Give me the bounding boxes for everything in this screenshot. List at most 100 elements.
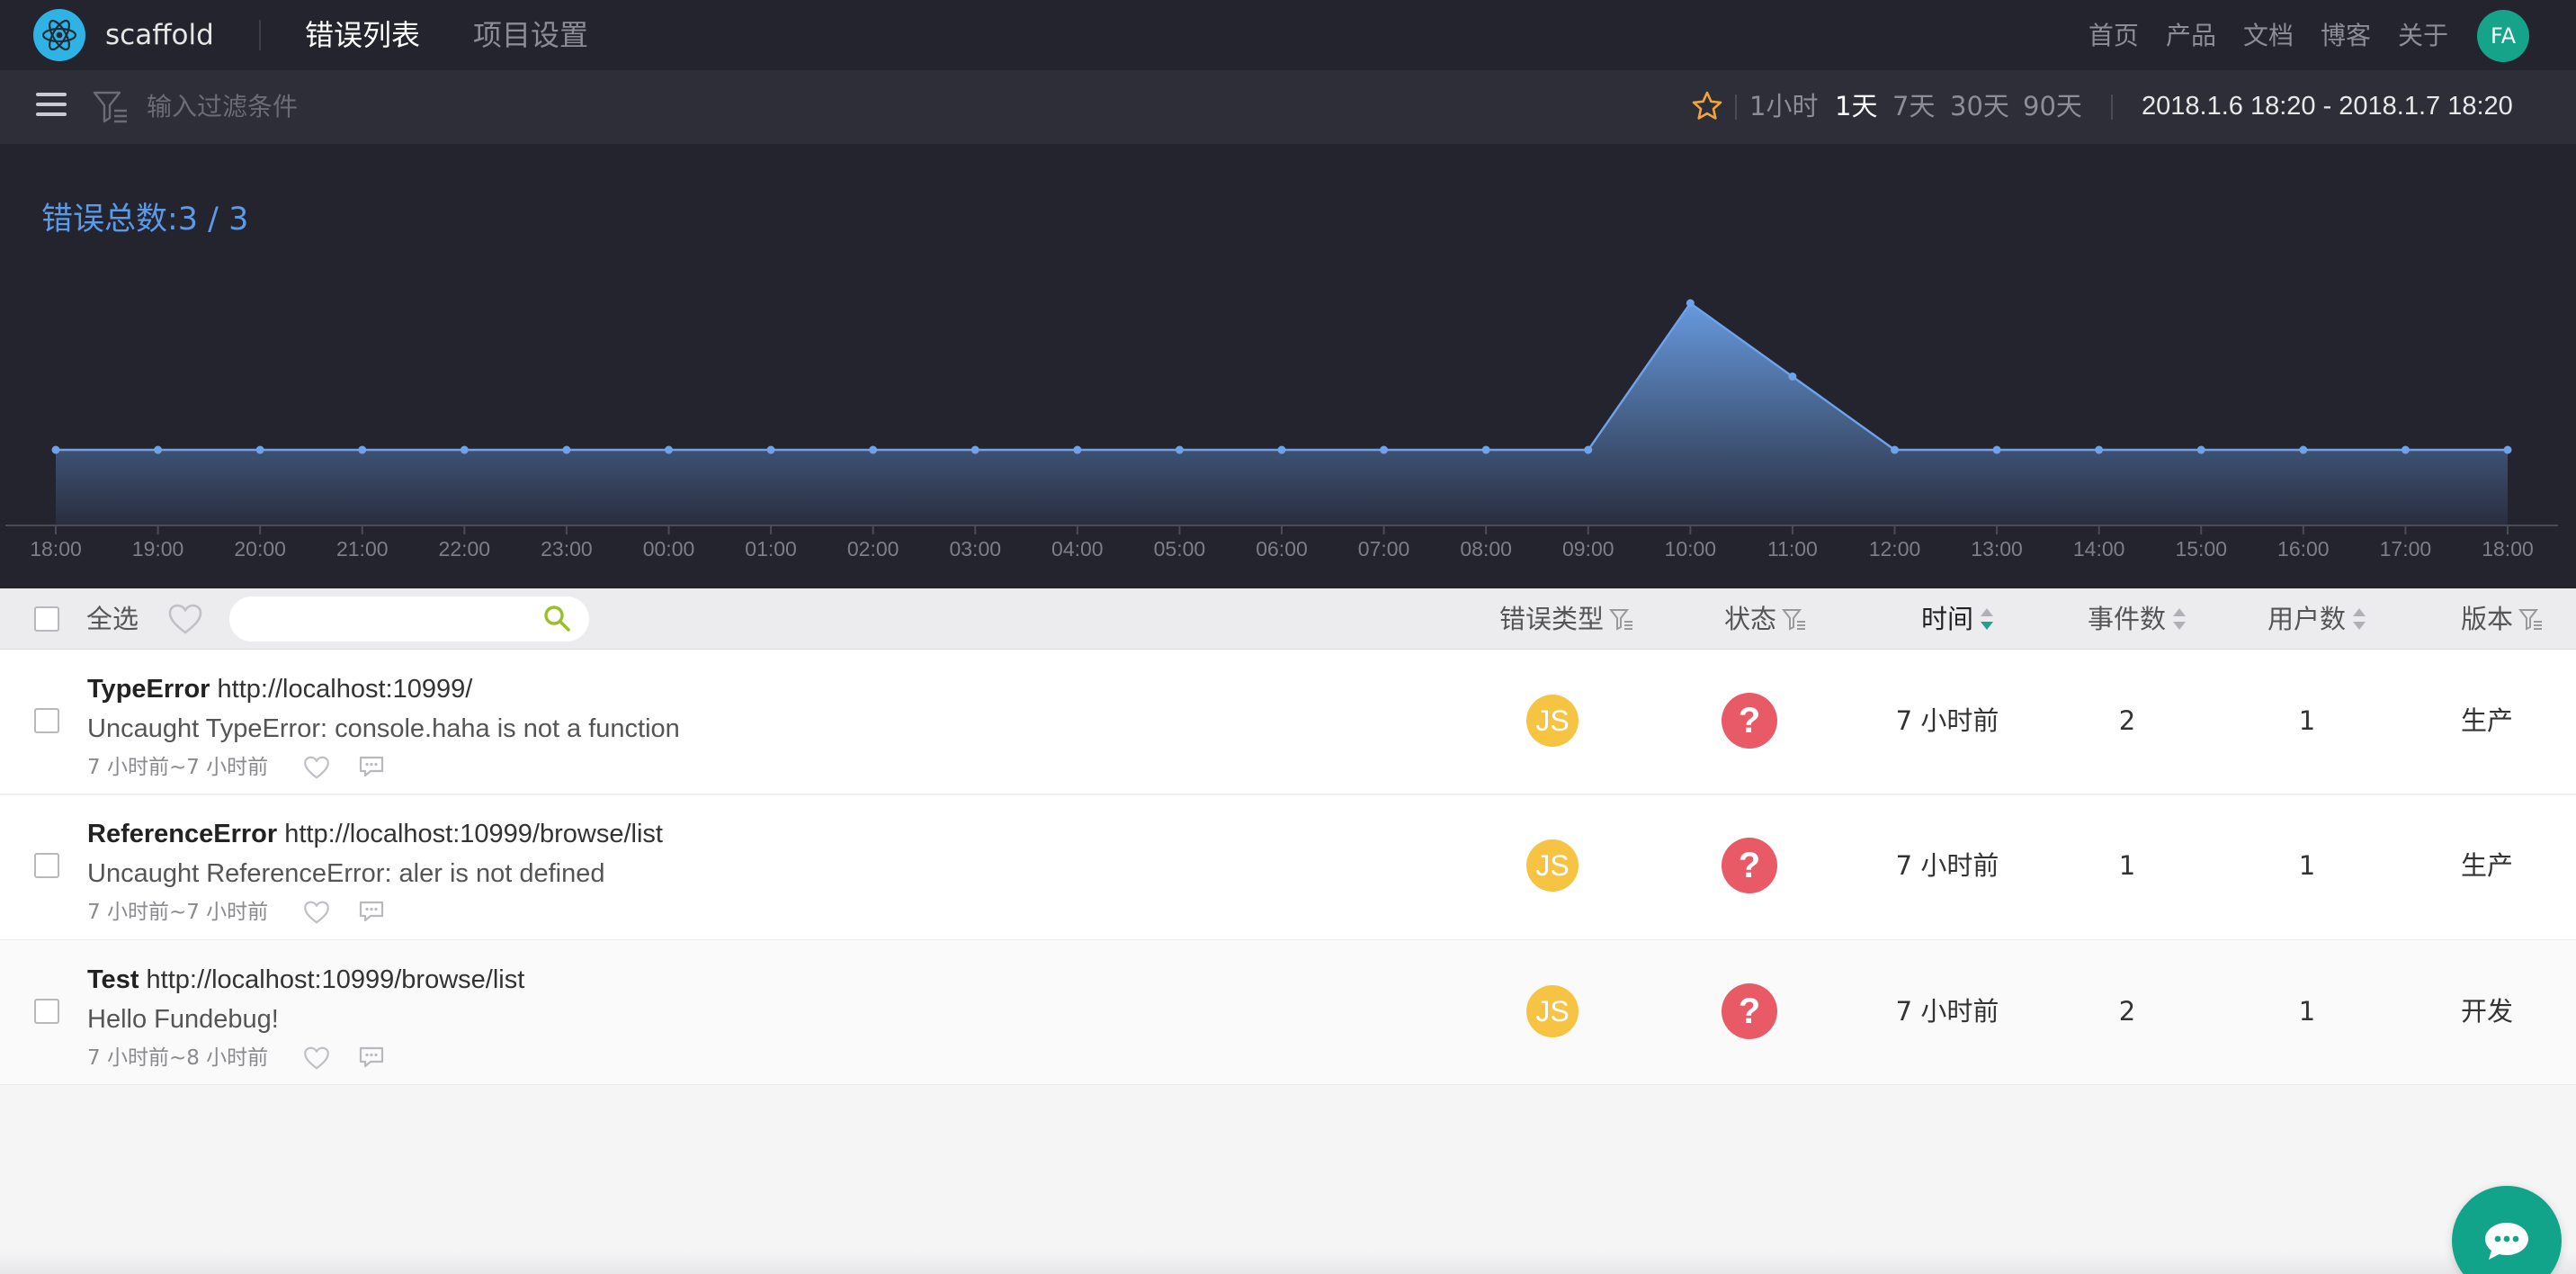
column-filter-icon[interactable] (1782, 606, 1807, 632)
chart-point[interactable] (2095, 445, 2104, 454)
x-tick-label: 12:00 (1869, 537, 1921, 561)
col-status[interactable]: 状态 (1724, 603, 1807, 635)
chart-series-line (56, 301, 2508, 452)
table-row[interactable] (0, 940, 2576, 1085)
chart-point[interactable] (2503, 445, 2512, 454)
range-7d[interactable]: 7天 (1892, 90, 1935, 122)
search-input[interactable] (254, 599, 523, 639)
user-avatar[interactable]: FA (2477, 10, 2529, 62)
js-badge-icon: JS (1526, 839, 1579, 892)
app-name[interactable]: scaffold (105, 18, 214, 52)
range-90d[interactable]: 90天 (2023, 90, 2082, 122)
chart-point[interactable] (1277, 445, 1286, 454)
chart-point[interactable] (665, 445, 673, 454)
chart-point[interactable] (2299, 445, 2308, 454)
col-users[interactable]: 用户数 (2267, 603, 2367, 635)
chart-point[interactable] (358, 445, 367, 454)
nav-divider (259, 20, 261, 50)
error-title[interactable]: ReferenceError http://localhost:10999/br… (87, 818, 663, 850)
column-filter-icon[interactable] (1609, 606, 1634, 632)
error-title[interactable]: TypeError http://localhost:10999/ (87, 673, 472, 705)
js-badge-icon: JS (1526, 695, 1579, 747)
divider (1735, 94, 1737, 120)
link-products[interactable]: 产品 (2166, 20, 2216, 52)
chart-point[interactable] (869, 445, 878, 454)
tab-error-list[interactable]: 错误列表 (305, 16, 420, 54)
range-1d[interactable]: 1天 (1835, 90, 1877, 122)
status-unknown-icon[interactable]: ? (1722, 838, 1777, 893)
row-checkbox[interactable] (34, 999, 59, 1024)
col-error-type[interactable]: 错误类型 (1499, 603, 1634, 635)
heart-icon[interactable] (167, 603, 203, 635)
col-events-label: 事件数 (2088, 604, 2167, 634)
x-tick-label: 22:00 (439, 537, 491, 561)
col-version[interactable]: 版本 (2461, 603, 2544, 635)
row-users: 1 (2298, 996, 2316, 1027)
row-checkbox[interactable] (34, 853, 59, 878)
tab-project-settings[interactable]: 项目设置 (473, 16, 588, 54)
sort-icon[interactable] (1979, 606, 1995, 633)
chart-point[interactable] (1992, 445, 2001, 454)
hamburger-menu-icon[interactable] (36, 93, 67, 120)
x-tick-label: 14:00 (2073, 537, 2125, 561)
comment-icon[interactable] (358, 1045, 385, 1069)
filter-input[interactable] (147, 88, 686, 126)
chart-point[interactable] (1788, 372, 1797, 381)
chart-point[interactable] (1891, 445, 1899, 454)
chart-point[interactable] (255, 445, 264, 454)
status-unknown-icon[interactable]: ? (1722, 983, 1777, 1039)
link-about[interactable]: 关于 (2398, 20, 2448, 52)
date-range[interactable]: 2018.1.6 18:20 - 2018.1.7 18:20 (2142, 90, 2513, 122)
search-icon[interactable] (542, 604, 571, 633)
x-tick-label: 03:00 (949, 537, 1001, 561)
x-tick-label: 11:00 (1767, 537, 1818, 561)
col-time[interactable]: 时间 (1921, 603, 1995, 635)
row-users: 1 (2298, 705, 2316, 736)
select-all-checkbox[interactable] (34, 606, 59, 632)
heart-icon[interactable] (303, 900, 330, 925)
chart-point[interactable] (51, 445, 60, 454)
filter-icon (93, 91, 127, 123)
chart-point[interactable] (1380, 445, 1389, 454)
chat-button[interactable] (2452, 1186, 2562, 1274)
range-30d[interactable]: 30天 (1950, 90, 2009, 122)
range-1h[interactable]: 1小时 (1749, 90, 1818, 122)
col-users-label: 用户数 (2267, 604, 2347, 634)
chart-point[interactable] (1073, 445, 1082, 454)
chart-point[interactable] (154, 445, 163, 454)
chart-point[interactable] (1481, 445, 1490, 454)
x-tick-label: 15:00 (2175, 537, 2227, 561)
chart-point[interactable] (2401, 445, 2410, 454)
chart-point[interactable] (1584, 445, 1593, 454)
link-docs[interactable]: 文档 (2243, 20, 2294, 52)
x-tick-label: 09:00 (1562, 537, 1614, 561)
comment-icon[interactable] (358, 900, 385, 923)
x-tick-label: 23:00 (541, 537, 593, 561)
status-unknown-icon[interactable]: ? (1722, 693, 1777, 749)
chart-point[interactable] (766, 445, 775, 454)
select-all-label[interactable]: 全选 (86, 603, 139, 635)
heart-icon[interactable] (303, 755, 330, 780)
row-events: 2 (2118, 705, 2136, 736)
chart-point[interactable] (970, 445, 979, 454)
sort-icon[interactable] (2171, 606, 2187, 633)
sort-icon[interactable] (2351, 606, 2367, 633)
column-filter-icon[interactable] (2518, 606, 2544, 632)
row-checkbox[interactable] (34, 708, 59, 733)
chart-point[interactable] (1175, 445, 1184, 454)
x-tick-label: 01:00 (745, 537, 797, 561)
chart-point[interactable] (562, 445, 571, 454)
row-events: 2 (2118, 996, 2136, 1027)
link-home[interactable]: 首页 (2089, 20, 2139, 52)
heart-icon[interactable] (303, 1045, 330, 1071)
star-icon[interactable] (1691, 90, 1723, 122)
chart-point[interactable] (2196, 445, 2205, 454)
comment-icon[interactable] (358, 755, 385, 778)
col-events[interactable]: 事件数 (2088, 603, 2187, 635)
react-logo-icon[interactable] (33, 9, 85, 61)
chart-point[interactable] (460, 445, 469, 454)
link-blog[interactable]: 博客 (2321, 20, 2371, 52)
chart-point[interactable] (1686, 299, 1695, 308)
error-title[interactable]: Test http://localhost:10999/browse/list (87, 964, 524, 996)
x-tick-label: 00:00 (643, 537, 695, 561)
